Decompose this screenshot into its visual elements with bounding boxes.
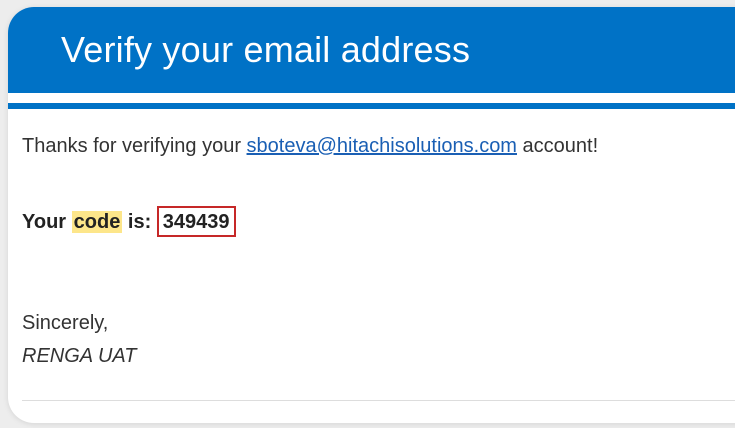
thanks-line: Thanks for verifying your sboteva@hitach… (22, 135, 598, 158)
thanks-suffix: account! (516, 135, 599, 157)
email-header: Verify your email address (8, 7, 735, 93)
header-underline (8, 103, 735, 109)
code-word-highlight: code (71, 211, 123, 233)
closing-text: Sincerely, (22, 312, 109, 334)
signer-name: RENGA UAT (22, 345, 137, 367)
thanks-prefix: Thanks for verifying your (22, 135, 247, 157)
email-card: Verify your email address Thanks for ver… (8, 7, 735, 423)
footer-divider (22, 400, 735, 401)
email-link[interactable]: sboteva@hitachisolutions.com (247, 135, 517, 157)
verification-code-line: Your code is: 349439 (22, 206, 236, 237)
code-suffix: is: (122, 211, 157, 233)
code-prefix: Your (22, 211, 72, 233)
verification-code[interactable]: 349439 (156, 206, 236, 237)
email-title: Verify your email address (61, 29, 471, 70)
